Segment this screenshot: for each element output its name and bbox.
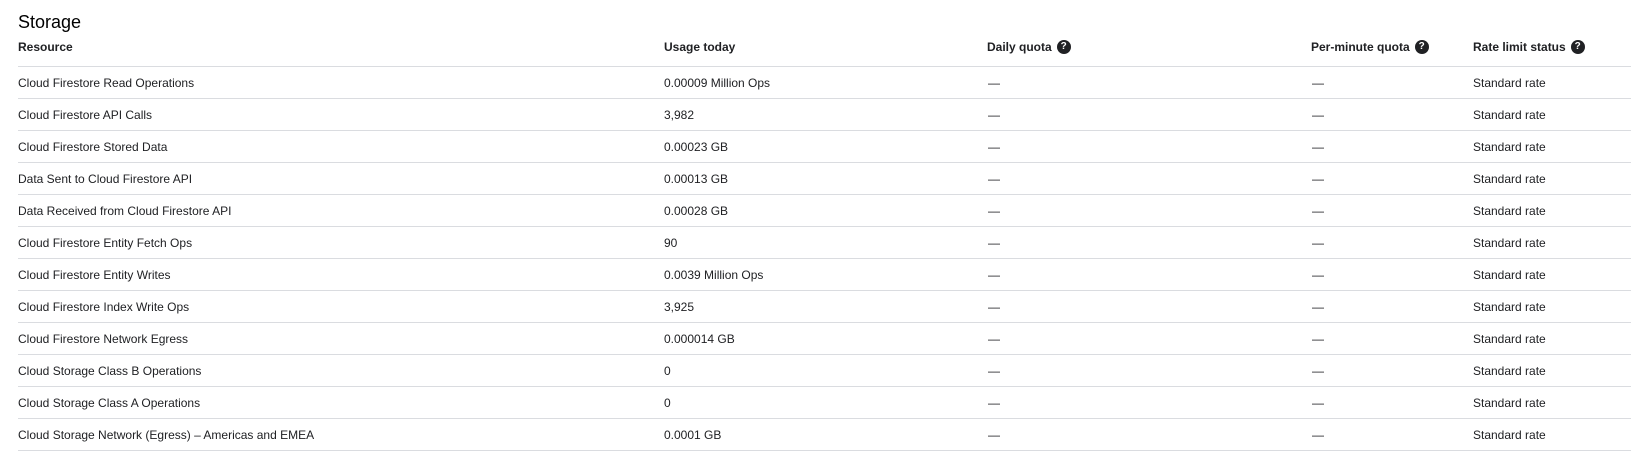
header-resource-label: Resource (18, 40, 73, 54)
rate-limit-status-cell: Standard rate (1473, 226, 1631, 259)
rate-limit-status-cell: Standard rate (1473, 354, 1631, 387)
table-row: Cloud Firestore Entity Fetch Ops 90 — — … (18, 226, 1631, 259)
table-row: Cloud Firestore Network Egress 0.000014 … (18, 322, 1631, 355)
resource-cell: Cloud Firestore Stored Data (18, 130, 664, 163)
daily-quota-cell: — (987, 418, 1311, 451)
resource-cell: Cloud Firestore Index Write Ops (18, 290, 664, 323)
header-rate-limit-status: Rate limit status ? (1473, 39, 1631, 67)
section-title: Storage (18, 12, 82, 32)
rate-limit-status-cell: Standard rate (1473, 386, 1631, 419)
table-row: Data Sent to Cloud Firestore API 0.00013… (18, 162, 1631, 195)
per-minute-quota-cell: — (1311, 226, 1473, 259)
resource-cell: Cloud Firestore Entity Writes (18, 258, 664, 291)
header-per-minute-quota: Per-minute quota ? (1311, 39, 1473, 67)
daily-quota-cell: — (987, 354, 1311, 387)
table-row: Cloud Firestore Entity Writes 0.0039 Mil… (18, 258, 1631, 291)
storage-section: Storage Resource Usage today Daily quota (0, 0, 1631, 451)
per-minute-quota-cell: — (1311, 322, 1473, 355)
daily-quota-cell: — (987, 98, 1311, 131)
header-resource: Resource (18, 39, 664, 67)
header-usage-today: Usage today (664, 39, 987, 67)
table-row: Cloud Storage Class A Operations 0 — — S… (18, 386, 1631, 419)
resource-cell: Cloud Storage Class B Operations (18, 354, 664, 387)
help-icon[interactable]: ? (1570, 40, 1585, 54)
usage-cell: 0.000014 GB (664, 322, 987, 355)
table-row: Cloud Firestore Read Operations 0.00009 … (18, 66, 1631, 99)
rate-limit-status-cell: Standard rate (1473, 194, 1631, 227)
header-usage-today-label: Usage today (664, 40, 736, 54)
rate-limit-status-cell: Standard rate (1473, 66, 1631, 99)
rate-limit-status-cell: Standard rate (1473, 130, 1631, 163)
help-icon[interactable]: ? (1056, 40, 1071, 54)
per-minute-quota-cell: — (1311, 66, 1473, 99)
table-row: Cloud Firestore Index Write Ops 3,925 — … (18, 290, 1631, 323)
rate-limit-status-cell: Standard rate (1473, 258, 1631, 291)
table-row: Cloud Firestore API Calls 3,982 — — Stan… (18, 98, 1631, 131)
rate-limit-status-cell: Standard rate (1473, 98, 1631, 131)
rate-limit-status-cell: Standard rate (1473, 418, 1631, 451)
usage-cell: 0.00013 GB (664, 162, 987, 195)
table-row: Cloud Storage Class B Operations 0 — — S… (18, 354, 1631, 387)
per-minute-quota-cell: — (1311, 290, 1473, 323)
usage-cell: 0 (664, 354, 987, 387)
daily-quota-cell: — (987, 322, 1311, 355)
daily-quota-cell: — (987, 386, 1311, 419)
per-minute-quota-cell: — (1311, 98, 1473, 131)
quota-table: Resource Usage today Daily quota ? Per-m… (18, 39, 1631, 451)
table-row: Cloud Firestore Stored Data 0.00023 GB —… (18, 130, 1631, 163)
resource-cell: Cloud Storage Network (Egress) – America… (18, 418, 664, 451)
usage-cell: 3,982 (664, 98, 987, 131)
usage-cell: 0.00009 Million Ops (664, 66, 987, 99)
table-header-row: Resource Usage today Daily quota ? Per-m… (18, 39, 1631, 67)
daily-quota-cell: — (987, 130, 1311, 163)
resource-cell: Data Received from Cloud Firestore API (18, 194, 664, 227)
usage-cell: 0.00023 GB (664, 130, 987, 163)
usage-cell: 0 (664, 386, 987, 419)
header-daily-quota: Daily quota ? (987, 39, 1311, 67)
usage-cell: 0.00028 GB (664, 194, 987, 227)
table-row: Data Received from Cloud Firestore API 0… (18, 194, 1631, 227)
header-daily-quota-label: Daily quota (987, 40, 1052, 54)
resource-cell: Cloud Firestore Entity Fetch Ops (18, 226, 664, 259)
per-minute-quota-cell: — (1311, 130, 1473, 163)
daily-quota-cell: — (987, 226, 1311, 259)
per-minute-quota-cell: — (1311, 162, 1473, 195)
per-minute-quota-cell: — (1311, 386, 1473, 419)
resource-cell: Cloud Storage Class A Operations (18, 386, 664, 419)
header-rate-limit-status-label: Rate limit status (1473, 40, 1566, 54)
per-minute-quota-cell: — (1311, 418, 1473, 451)
usage-cell: 0.0001 GB (664, 418, 987, 451)
usage-cell: 0.0039 Million Ops (664, 258, 987, 291)
usage-cell: 90 (664, 226, 987, 259)
daily-quota-cell: — (987, 258, 1311, 291)
daily-quota-cell: — (987, 162, 1311, 195)
daily-quota-cell: — (987, 290, 1311, 323)
rate-limit-status-cell: Standard rate (1473, 322, 1631, 355)
per-minute-quota-cell: — (1311, 194, 1473, 227)
daily-quota-cell: — (987, 66, 1311, 99)
resource-cell: Cloud Firestore Network Egress (18, 322, 664, 355)
help-icon[interactable]: ? (1414, 40, 1429, 54)
daily-quota-cell: — (987, 194, 1311, 227)
per-minute-quota-cell: — (1311, 258, 1473, 291)
usage-cell: 3,925 (664, 290, 987, 323)
rate-limit-status-cell: Standard rate (1473, 162, 1631, 195)
per-minute-quota-cell: — (1311, 354, 1473, 387)
header-per-minute-quota-label: Per-minute quota (1311, 40, 1410, 54)
resource-cell: Data Sent to Cloud Firestore API (18, 162, 664, 195)
table-row: Cloud Storage Network (Egress) – America… (18, 418, 1631, 451)
resource-cell: Cloud Firestore API Calls (18, 98, 664, 131)
rate-limit-status-cell: Standard rate (1473, 290, 1631, 323)
resource-cell: Cloud Firestore Read Operations (18, 66, 664, 99)
